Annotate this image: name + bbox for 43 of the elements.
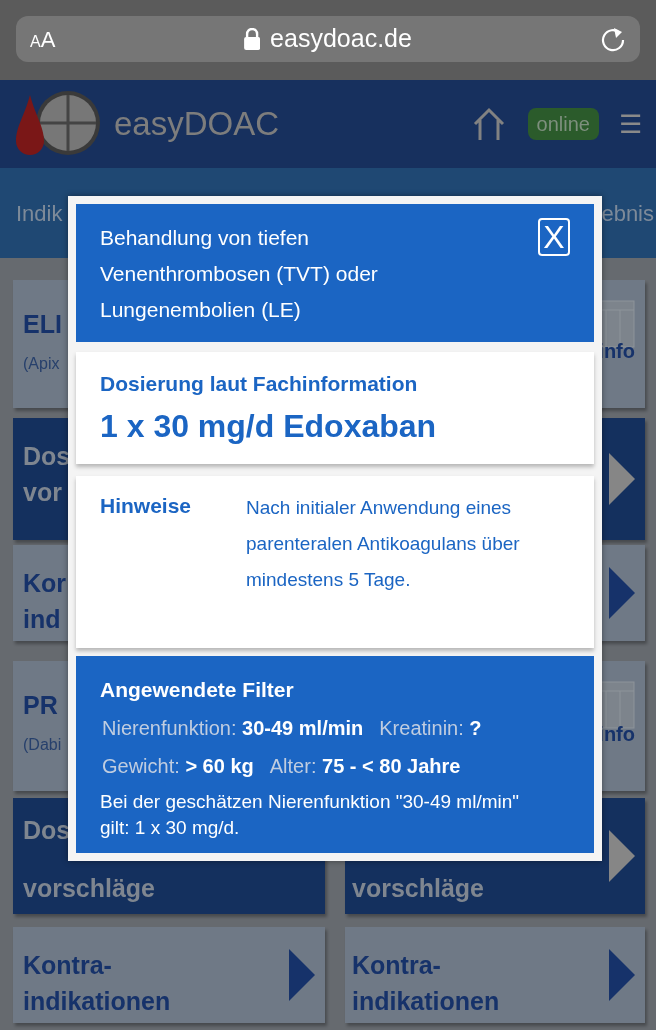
status-badge: online xyxy=(527,108,599,140)
arrow-icon[interactable] xyxy=(289,949,315,1001)
tile-label: Dos xyxy=(23,441,71,472)
arrow-icon[interactable] xyxy=(609,830,635,882)
arrow-icon[interactable] xyxy=(609,949,635,1001)
drug-name: PR xyxy=(23,690,58,721)
dialog-title: Behandlung von tiefen Venenthrombosen (TVT) oder Lungenembolien (LE) xyxy=(100,225,379,323)
drug-substance: (Apix xyxy=(23,353,60,374)
tile-label: Dos xyxy=(23,815,71,846)
tile-label: Kor xyxy=(23,568,67,599)
filter-item: Alter: 75 - < 80 Jahre xyxy=(269,754,461,779)
address-bar[interactable]: AA easydoac.de xyxy=(16,16,640,62)
home-icon[interactable] xyxy=(471,107,506,141)
drug-substance: (Dabi xyxy=(23,734,62,755)
tile-label: indikationen xyxy=(352,986,500,1017)
tile-label: ind xyxy=(23,604,61,635)
app-title: easyDOAC xyxy=(114,104,280,145)
dosage-value: 1 x 30 mg/d Edoxaban xyxy=(100,406,438,446)
filter-item: Nierenfunktion: 30-49 ml/min xyxy=(102,716,364,741)
tile-label: Kontra- xyxy=(23,950,112,981)
tile-label: vorschläge xyxy=(23,873,155,904)
url-text: easydoac.de xyxy=(270,23,412,55)
arrow-icon[interactable] xyxy=(609,453,635,505)
filter-item: Kreatinin: ? xyxy=(379,716,482,741)
lock-icon xyxy=(244,28,261,50)
tile-label: Kontra- xyxy=(352,950,441,981)
tile-label: vorschläge xyxy=(352,873,484,904)
tab-label[interactable]: ebnis xyxy=(601,196,654,230)
reload-icon[interactable] xyxy=(600,26,626,52)
filter-item: Gewicht: > 60 kg xyxy=(102,754,254,779)
text-size-button[interactable]: AA xyxy=(30,22,56,56)
tab-label[interactable]: Indik xyxy=(16,196,63,230)
filter-note: Bei der geschätzen Nierenfunktion "30-49 ml/min" gilt: 1 x 30 mg/d. xyxy=(100,790,521,840)
notes-label: Hinweise xyxy=(100,492,193,519)
arrow-icon[interactable] xyxy=(609,567,635,619)
menu-icon[interactable]: ☰ xyxy=(619,104,642,144)
filter-title: Angewendete Filter xyxy=(100,676,295,703)
tile-label: indikationen xyxy=(23,986,171,1017)
notes-text: Nach initialer Anwendung eines parenteralen Antikoagulans über mindestens 5 Tage. xyxy=(246,495,521,592)
drug-name: ELI xyxy=(23,309,62,340)
tile-label: vor xyxy=(23,477,62,508)
close-button[interactable]: X xyxy=(538,218,570,256)
dosage-label: Dosierung laut Fachinformation xyxy=(100,371,419,397)
